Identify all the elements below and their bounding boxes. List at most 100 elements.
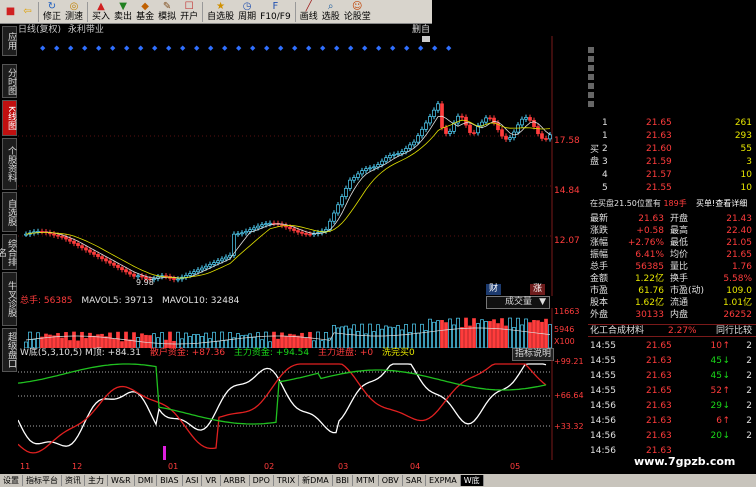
event-marker: ◆ — [110, 44, 116, 52]
indicator-tab-6[interactable]: BIAS — [157, 475, 183, 486]
volume-bar — [36, 332, 40, 348]
indicator-tab-2[interactable]: 资讯 — [62, 475, 85, 486]
indicator-tab-16[interactable]: SAR — [403, 475, 427, 486]
bid-row[interactable]: 2 21.60 55 — [588, 143, 756, 156]
indicator-tab-5[interactable]: DMI — [135, 475, 158, 486]
tick-price: 21.63 — [646, 431, 672, 441]
side-tab-0[interactable]: 应用 — [2, 26, 17, 56]
volume-bar — [508, 317, 512, 348]
sector-name: 化工合成材料 — [590, 326, 645, 336]
volume-bar — [216, 340, 220, 348]
side-tab-6[interactable]: 牛叉诊股 — [2, 272, 17, 326]
arrow-down-icon: ↓ — [722, 371, 730, 381]
toolbar-button-sim[interactable]: ✎ 模拟 — [156, 0, 178, 24]
bid-row[interactable]: 5 21.55 10 — [588, 182, 756, 195]
indicator-tab-18[interactable]: W底 — [460, 475, 484, 486]
toolbar-button-back-arrow[interactable]: ⇦ — [19, 0, 36, 24]
bid-level: 4 — [602, 170, 608, 180]
toolbar-button-refresh[interactable]: ↻ 修正 — [41, 0, 63, 24]
peer-compare-link[interactable]: 同行比较 — [716, 325, 752, 338]
toolbar-button-forum[interactable]: ☺ 论股堂 — [342, 0, 373, 24]
side-tab-4[interactable]: 自选股 — [2, 192, 17, 232]
candle-body — [252, 227, 256, 231]
indicator-tab-9[interactable]: ARBR — [221, 475, 250, 486]
event-marker: ◆ — [390, 44, 396, 52]
indicator-tab-10[interactable]: DPO — [250, 475, 274, 486]
event-marker: ◆ — [250, 44, 256, 52]
indicator-tab-13[interactable]: BBI — [333, 475, 354, 486]
toolbar-button-speed[interactable]: ◎ 测速 — [63, 0, 85, 24]
volume-bar — [540, 321, 544, 348]
side-tab-1[interactable]: 分时图 — [2, 64, 17, 98]
side-tab-2[interactable]: K线图 — [2, 100, 17, 136]
indicator-tab-8[interactable]: VR — [202, 475, 221, 486]
toolbar-button-account[interactable]: ☐ 开户 — [178, 0, 200, 24]
toolbar-button-f10[interactable]: F F10/F9 — [258, 0, 293, 24]
draw-icon: ╱ — [305, 1, 312, 12]
indicator-tab-3[interactable]: 主力 — [85, 475, 108, 486]
bid-row[interactable]: 1 21.63 293 — [588, 130, 756, 143]
candle-body — [236, 233, 240, 236]
arrow-down-icon: ↓ — [722, 356, 730, 366]
finance-button[interactable]: 财 — [486, 284, 502, 295]
volume-bar — [388, 326, 392, 348]
toolbar-button-label: 修正 — [43, 12, 62, 22]
candle-body — [340, 196, 344, 206]
arrow-up-icon: ↑ — [722, 341, 730, 351]
wash-label: 洗完买0 — [382, 348, 415, 358]
toolbar-button-buy[interactable]: ▲ 买入 — [90, 0, 112, 24]
indicator-tab-4[interactable]: W&R — [108, 475, 135, 486]
volume-chart[interactable] — [18, 308, 588, 348]
bid-level: 5 — [602, 183, 608, 193]
side-tab-5[interactable]: 综合排名 — [0, 234, 17, 270]
side-tab-7[interactable]: 超级盘口 — [2, 328, 17, 372]
chart-corner-button[interactable]: 删自 — [412, 24, 430, 36]
toolbar-button-square[interactable]: ■ — [2, 0, 19, 24]
indicator-tab-1[interactable]: 指标平台 — [23, 475, 62, 486]
side-tab-3[interactable]: 个股资料 — [2, 138, 17, 190]
toolbar-button-watchlist[interactable]: ★ 自选股 — [205, 0, 236, 24]
toolbar-separator — [294, 1, 296, 22]
volume-bar — [112, 338, 116, 348]
toolbar-button-sell[interactable]: ▼ 卖出 — [112, 0, 134, 24]
toolbar-button-period[interactable]: ◷ 周期 — [236, 0, 258, 24]
event-marker: ◆ — [278, 44, 284, 52]
event-marker: ◆ — [446, 44, 452, 52]
bid-detail-link[interactable]: 买单!查看详细 — [696, 198, 747, 209]
toolbar-button-draw[interactable]: ╱ 画线 — [298, 0, 320, 24]
bid-row[interactable]: 3 21.59 3 — [588, 156, 756, 169]
indicator-tab-0[interactable]: 设置 — [0, 475, 23, 486]
bid-row[interactable]: 4 21.57 10 — [588, 169, 756, 182]
volume-bar — [212, 331, 216, 348]
toolbar-separator — [38, 1, 39, 22]
indicator-chart[interactable] — [18, 360, 588, 460]
indicator-tab-7[interactable]: ASI — [183, 475, 203, 486]
volume-bar — [516, 317, 520, 348]
watchlist-icon: ★ — [216, 1, 226, 12]
indicator-tab-14[interactable]: MTM — [353, 475, 379, 486]
bid-row[interactable]: 1 21.65 261 — [588, 117, 756, 130]
candle-body — [304, 232, 308, 235]
indicator-tab-15[interactable]: OBV — [379, 475, 403, 486]
candle-body — [448, 130, 452, 134]
volume-bar — [340, 326, 344, 348]
indicator-tab-12[interactable]: 新DMA — [299, 475, 333, 486]
candle-body — [468, 124, 472, 133]
indicator-tab-17[interactable]: EXPMA — [426, 475, 461, 486]
event-marker: ◆ — [194, 44, 200, 52]
candle-body — [408, 144, 412, 149]
bid-note-volume: 189手 — [663, 199, 687, 208]
indicator-tab-11[interactable]: TRIX — [274, 475, 300, 486]
sector-row[interactable]: 化工合成材料 2.27% 同行比较 — [588, 324, 756, 337]
tick-count: 2 — [746, 341, 752, 351]
toolbar-button-label: 模拟 — [158, 12, 177, 22]
candle-body — [120, 267, 124, 271]
rise-button[interactable]: 涨 — [530, 284, 546, 295]
tick-price: 21.63 — [646, 371, 672, 381]
event-marker: ◆ — [418, 44, 424, 52]
toolbar-button-fund[interactable]: ◆ 基金 — [134, 0, 156, 24]
arrow-down-icon: ↓ — [722, 401, 730, 411]
toolbar-button-filter[interactable]: ⌕ 选股 — [320, 0, 342, 24]
square-icon: ■ — [5, 6, 16, 17]
kline-chart[interactable]: ◆ ◆ ◆ ◆ ◆ ◆ ◆ ◆ ◆ ◆ ◆ ◆ ◆ ◆ ◆ ◆ ◆ ◆ ◆ ◆ ◆ ◆ ◆ ◆ ◆ ◆ ◆ ◆ ◆ ◆ — [18, 36, 588, 296]
